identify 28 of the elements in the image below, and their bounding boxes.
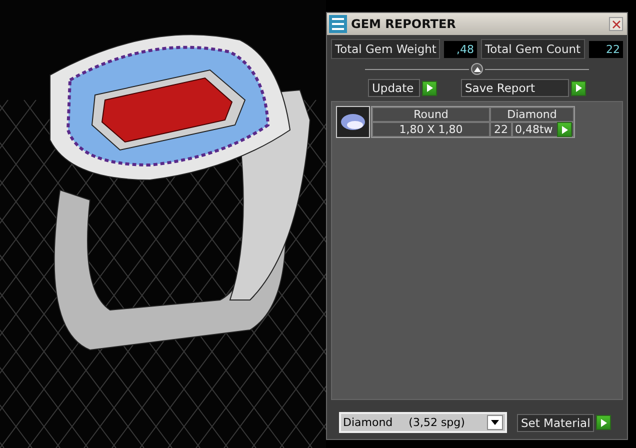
- action-label: Save Report: [461, 79, 569, 97]
- collapse-button[interactable]: [471, 63, 483, 75]
- play-button[interactable]: [422, 80, 437, 96]
- gem-thumbnail-icon: [336, 106, 370, 138]
- play-button[interactable]: [596, 415, 612, 430]
- app-icon: [329, 15, 347, 33]
- play-icon: [426, 84, 432, 92]
- material-dropdown[interactable]: Diamond (3,52 spg): [339, 412, 507, 433]
- close-button[interactable]: [609, 17, 623, 31]
- table-cell: 1,80 X 1,80: [372, 122, 490, 137]
- play-button[interactable]: [571, 80, 586, 96]
- action-label: Update: [368, 79, 420, 97]
- total-weight-value: ,48: [444, 40, 478, 58]
- close-icon: [612, 20, 620, 28]
- table-cell: Diamond: [490, 107, 574, 122]
- table-cell: Round: [372, 107, 490, 122]
- table-cell: 22: [490, 122, 512, 137]
- action-label: Set Material: [517, 414, 594, 432]
- caret-icon: [474, 66, 480, 72]
- total-count-value: 22: [588, 40, 623, 58]
- total-weight-label: Total Gem Weight: [331, 39, 440, 59]
- window-title: GEM REPORTER: [351, 17, 457, 31]
- play-icon: [576, 84, 582, 92]
- play-icon: [600, 418, 607, 426]
- dropdown-arrow-icon: [491, 420, 499, 425]
- play-button[interactable]: [557, 122, 572, 137]
- play-icon: [562, 126, 568, 134]
- total-count-label: Total Gem Count: [481, 39, 585, 59]
